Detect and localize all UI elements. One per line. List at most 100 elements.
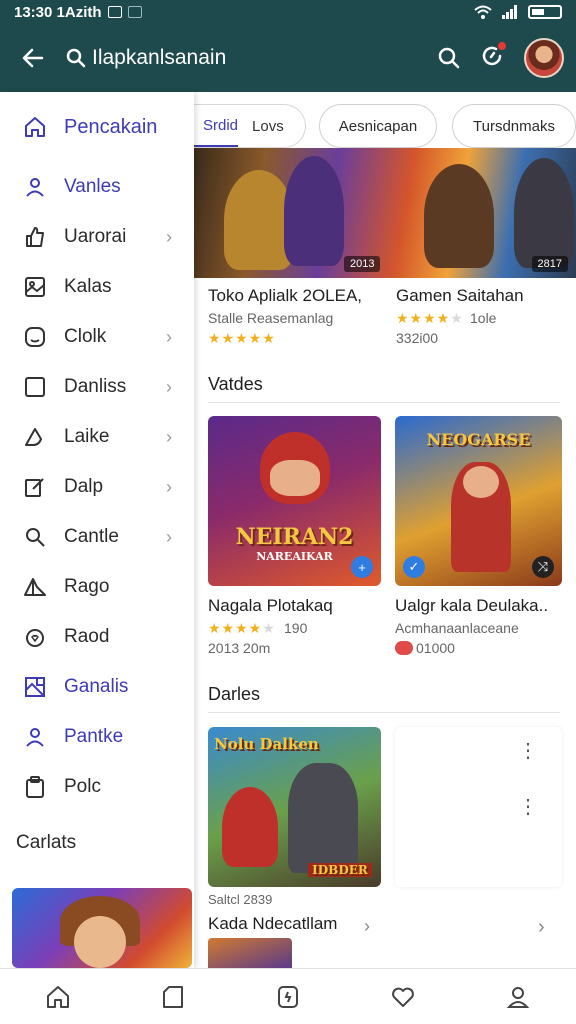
nav-store-button[interactable]: [268, 977, 308, 1017]
rating-stars: ★★★★★: [396, 310, 464, 326]
drawer-item-label: Rago: [64, 576, 110, 597]
drawer-promo-banner[interactable]: [12, 888, 192, 968]
tab-unselected[interactable]: Lovs: [238, 118, 284, 135]
game-tile[interactable]: NEOGARSE ✓ ⤨: [395, 416, 562, 586]
library-icon: [162, 985, 183, 1008]
drawer-item-label: Clolk: [64, 326, 107, 347]
drawer-item[interactable]: Polc: [0, 762, 194, 812]
featured-subtitle: Stalle Reasemanlag: [208, 310, 334, 326]
check-icon: ✓: [403, 556, 425, 578]
more-vert-icon[interactable]: ⋮: [518, 797, 538, 817]
chevron-right-icon: ›: [166, 526, 172, 547]
drawer-item[interactable]: Dalp ›: [0, 462, 194, 512]
rating-stars: ★★★★★: [208, 330, 276, 346]
more-vert-icon[interactable]: ⋮: [518, 741, 538, 761]
plus-icon[interactable]: +: [351, 556, 373, 578]
drawer-item[interactable]: Raod: [0, 612, 194, 662]
drawer-item-label: Polc: [64, 776, 101, 797]
search-icon: [66, 48, 86, 68]
featured-title[interactable]: Gamen Saitahan: [396, 286, 524, 306]
tile-title[interactable]: Nagala Plotakaq: [208, 596, 333, 616]
drawer-item[interactable]: Vanles: [0, 162, 194, 212]
nav-library-button[interactable]: [153, 977, 193, 1017]
game-tile[interactable]: Nolu Dalken IDBDER: [208, 727, 381, 887]
avatar[interactable]: [524, 38, 564, 78]
app-title-text: Ilapkanlsanain: [92, 46, 227, 69]
game-thumbnail[interactable]: [208, 938, 292, 968]
game-tile[interactable]: NEIRAN2 NAREAIKAR +: [208, 416, 381, 586]
tile-logo: NEOGARSE: [426, 430, 531, 449]
tab-selected[interactable]: Srdid: [194, 105, 239, 147]
filter-chip[interactable]: Aesnicapan: [319, 104, 437, 148]
chevron-right-icon[interactable]: ›: [364, 916, 370, 937]
bottom-navigation: [0, 968, 576, 1024]
notification-icon: [107, 6, 122, 18]
tile-subtitle: Acmhanaanlaceane: [395, 620, 519, 636]
section-title: Vatdes: [208, 374, 263, 394]
drawer-item-label: Pantke: [64, 726, 124, 747]
rating-stars: ★★★★★: [208, 620, 276, 636]
back-button[interactable]: [0, 47, 66, 69]
hero-character: [284, 156, 344, 266]
filter-chip[interactable]: Tursdnmaks: [452, 104, 576, 148]
triangle-icon: [22, 574, 48, 600]
drawer-item[interactable]: Rago: [0, 562, 194, 612]
tile-logo: Nolu Dalken: [214, 735, 319, 753]
search-button[interactable]: [438, 47, 460, 69]
chevron-right-icon[interactable]: ›: [538, 916, 545, 939]
drawer-item-label: Dalp: [64, 476, 104, 497]
notifications-button[interactable]: [480, 41, 506, 73]
drawer-item[interactable]: Pantke: [0, 712, 194, 762]
leaf-icon: [22, 424, 48, 450]
filter-chips: Srdid Lovs Aesnicapan Tursdnmaks: [194, 104, 576, 150]
chevron-right-icon: ›: [166, 326, 172, 347]
drawer-item-label: Uarorai: [64, 226, 127, 247]
chevron-right-icon: ›: [166, 476, 172, 497]
featured-meta: 332i00: [396, 330, 439, 346]
placeholder-tile: ⋮ ⋮: [395, 727, 562, 887]
drawer-item-label: Vanles: [64, 176, 121, 197]
signal-icon: [502, 5, 517, 19]
chevron-right-icon: ›: [166, 226, 172, 247]
drawer-item[interactable]: Cantle ›: [0, 512, 194, 562]
battery-icon: [528, 5, 562, 19]
shuffle-icon[interactable]: ⤨: [532, 556, 554, 578]
notification-dot: [498, 41, 506, 50]
price-tag-icon: [395, 641, 413, 655]
home-icon: [22, 114, 48, 140]
nav-profile-button[interactable]: [498, 977, 538, 1017]
clipboard-icon: [22, 774, 48, 800]
heart-icon: [392, 987, 415, 1007]
nav-home-button[interactable]: [38, 977, 78, 1017]
nav-favorites-button[interactable]: [383, 977, 423, 1017]
drawer-item[interactable]: Clolk ›: [0, 312, 194, 362]
drawer-header-label: Pencakain: [64, 115, 158, 138]
tile-title[interactable]: Kada Ndecatllam: [208, 914, 337, 934]
featured-title[interactable]: Toko Aplialk 2OLEA,: [208, 286, 362, 306]
rating-count: 190: [284, 620, 308, 636]
hero-character: [514, 158, 574, 268]
navigation-drawer: Pencakain Vanles Uarorai › Kalas Clolk › Danli…: [0, 92, 194, 968]
hero-badge: 2817: [531, 256, 568, 272]
drawer-item-label: Danliss: [64, 376, 127, 397]
face-icon: [22, 324, 48, 350]
hero-badge: 2013: [344, 256, 381, 272]
app-title[interactable]: Ilapkanlsanain: [66, 46, 226, 70]
drawer-item-label: Ganalis: [64, 676, 129, 697]
person-icon: [22, 174, 48, 200]
tile-logo-sub: IDBDER: [308, 863, 372, 877]
search-icon: [22, 524, 48, 550]
person-icon: [22, 724, 48, 750]
drawer-item[interactable]: Kalas: [0, 262, 194, 312]
drawer-item[interactable]: Laike ›: [0, 412, 194, 462]
tile-title[interactable]: Ualgr kala Deulaka..: [395, 596, 548, 616]
drawer-item[interactable]: Ganalis: [0, 662, 194, 712]
tile-meta: 2013 20m: [208, 640, 271, 656]
section-title: Darles: [208, 684, 261, 704]
arrow-left-icon: [22, 48, 44, 68]
drawer-item-label: Kalas: [64, 276, 112, 297]
drawer-item[interactable]: Uarorai ›: [0, 212, 194, 262]
hero-banner[interactable]: 2013 2817: [194, 148, 576, 278]
drawer-header[interactable]: Pencakain: [0, 92, 194, 162]
drawer-item[interactable]: Danliss ›: [0, 362, 194, 412]
